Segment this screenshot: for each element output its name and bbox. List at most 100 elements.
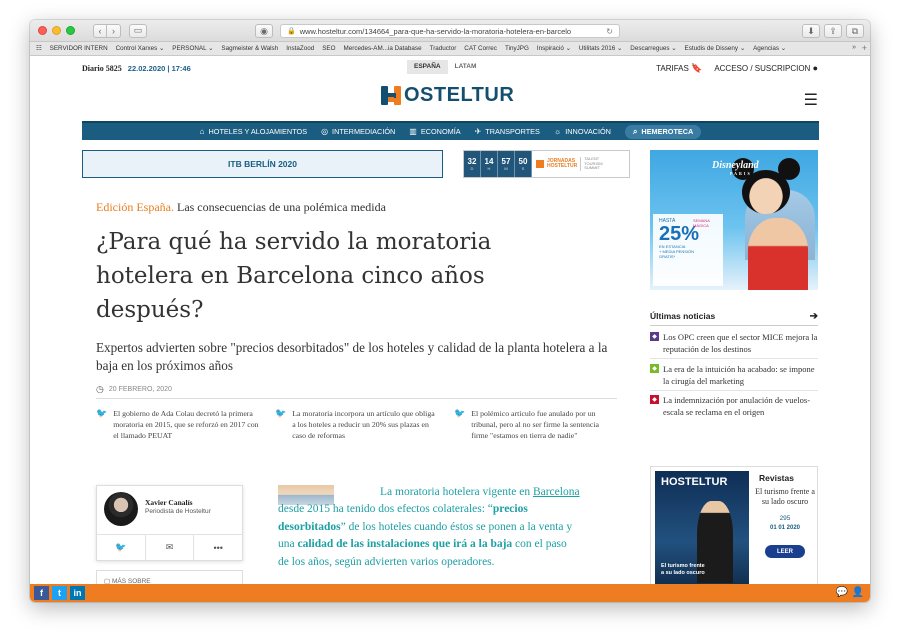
tweet-highlight[interactable]: 🐦 El gobierno de Ada Colau decretó la pri… bbox=[96, 408, 259, 441]
bookmark-item[interactable]: InstaZood bbox=[286, 45, 314, 52]
history-buttons: ‹ › bbox=[93, 23, 121, 38]
nav-item-innovacion[interactable]: ☼ INNOVACIÓN bbox=[554, 127, 611, 136]
bookmark-item[interactable]: SEO bbox=[322, 45, 335, 52]
ultimas-noticias-header[interactable]: Últimas noticias ➔ bbox=[650, 311, 818, 322]
leer-button[interactable]: LEER bbox=[765, 545, 805, 558]
minimize-window-button[interactable] bbox=[52, 26, 61, 35]
barcelona-link[interactable]: Barcelona bbox=[533, 486, 580, 498]
news-item[interactable]: ◆ La indemnización por anulación de vuel… bbox=[650, 394, 818, 418]
news-item[interactable]: ◆ La era de la intuición ha acabado: se … bbox=[650, 363, 818, 387]
nav-item-intermediacion[interactable]: ◎ INTERMEDIACIÓN bbox=[321, 127, 395, 136]
close-window-button[interactable] bbox=[38, 26, 47, 35]
lock-icon: 🔒 bbox=[287, 28, 296, 35]
bed-icon: ⌂ bbox=[199, 127, 205, 136]
ultimas-noticias-title: Últimas noticias bbox=[650, 311, 716, 321]
mickey-face bbox=[742, 170, 790, 214]
email-share-icon[interactable]: ✉ bbox=[146, 535, 195, 560]
countdown-minutes: 57 M bbox=[498, 151, 515, 177]
hemeroteca-search-button[interactable]: ⌕ HEMEROTECA bbox=[624, 124, 702, 139]
bookmark-item[interactable]: CAT Correc bbox=[464, 45, 497, 52]
divider bbox=[96, 398, 617, 399]
site-logo[interactable]: OSTELTUR bbox=[379, 83, 514, 107]
bookmark-item[interactable]: Estudis de Disseny ⌄ bbox=[685, 45, 746, 52]
address-bar[interactable]: 🔒 www.hosteltur.com/134664_para-que-ha-s… bbox=[280, 24, 620, 38]
tarifas-label: TARIFAS bbox=[656, 63, 689, 73]
chat-icon[interactable]: 💬 bbox=[836, 587, 848, 598]
back-button[interactable]: ‹ bbox=[93, 23, 107, 38]
facebook-icon[interactable]: f bbox=[34, 586, 49, 600]
bookmark-item[interactable]: Sagmeister & Walsh bbox=[221, 45, 278, 52]
countdown-value: 57 bbox=[501, 157, 511, 166]
share-icon[interactable]: ⇪ bbox=[824, 24, 842, 38]
nav-item-transportes[interactable]: ✈ TRANSPORTES bbox=[475, 127, 540, 136]
bookmark-item[interactable]: Inspiració ⌄ bbox=[537, 45, 571, 52]
child-figure bbox=[748, 218, 808, 290]
bookmark-item[interactable]: Mercedes-AM...ia Database bbox=[344, 45, 422, 52]
ad-semana: SEMANA MÁGICA bbox=[693, 218, 710, 228]
bookmark-item[interactable]: SERVIDOR INTERN bbox=[50, 45, 108, 52]
bookmark-item[interactable]: TinyJPG bbox=[505, 45, 529, 52]
nav-item-economia[interactable]: ▥ ECONOMÍA bbox=[409, 127, 460, 136]
news-item[interactable]: ◆ Los OPC creen que el sector MICE mejor… bbox=[650, 331, 818, 355]
ad-brand: Disneyland bbox=[712, 160, 759, 171]
bookmark-item[interactable]: Utilitats 2016 ⌄ bbox=[579, 45, 622, 52]
twitter-icon[interactable]: t bbox=[52, 586, 67, 600]
more-options-icon[interactable]: ••• bbox=[194, 535, 242, 560]
privacy-icon[interactable]: ◉ bbox=[255, 24, 273, 38]
sidebar-toggle-icon[interactable]: ▭ bbox=[129, 23, 147, 38]
edition-latam-tab[interactable]: LATAM bbox=[448, 60, 484, 74]
chart-icon: ▥ bbox=[409, 127, 417, 136]
bookmark-item[interactable]: Traductor bbox=[430, 45, 457, 52]
article-subheadline: Expertos advierten sobre "precios desorb… bbox=[96, 340, 608, 373]
acceso-link[interactable]: ACCESO / SUSCRIPCION ● bbox=[714, 63, 818, 73]
tweet-highlight[interactable]: 🐦 La moratoria incorpora un artículo que … bbox=[275, 408, 438, 441]
download-icon[interactable]: ⬇ bbox=[802, 24, 820, 38]
bookmarks-overflow-icon[interactable]: » bbox=[849, 44, 856, 51]
revistas-widget: HOSTELTUR El turismo frente a su lado os… bbox=[650, 466, 818, 602]
bookmark-item[interactable]: Agencias ⌄ bbox=[753, 45, 786, 52]
jornadas-countdown-banner[interactable]: 32 D 14 H 57 M 50 S JORNADAS HOSTELTUR TALENT… bbox=[463, 150, 630, 178]
bookmark-icon: 🔖 bbox=[691, 62, 703, 73]
edition-espana-tab[interactable]: ESPAÑA bbox=[407, 60, 448, 74]
article-date-text: 20 FEBRERO, 2020 bbox=[108, 386, 172, 393]
arrow-right-icon[interactable]: ➔ bbox=[810, 311, 818, 322]
zoom-window-button[interactable] bbox=[66, 26, 75, 35]
tweet-highlight[interactable]: 🐦 El polémico artículo fue anulado por un… bbox=[454, 408, 617, 441]
forward-button[interactable]: › bbox=[107, 23, 121, 38]
issue-date: 22.02.2020 | 17:46 bbox=[127, 63, 191, 73]
bookmarks-grid-icon[interactable]: ☷ bbox=[36, 45, 42, 52]
divider bbox=[650, 325, 818, 326]
itb-banner-link[interactable]: ITB BERLÍN 2020 bbox=[82, 150, 443, 178]
author-card: Xavier Canalís Periodista de Hosteltur 🐦… bbox=[96, 485, 243, 561]
author-share-actions: 🐦 ✉ ••• bbox=[97, 534, 242, 560]
add-tab-icon[interactable]: + bbox=[861, 43, 867, 53]
jornadas-line-2: HOSTELTUR bbox=[547, 163, 578, 169]
revistas-number: 295 bbox=[779, 515, 791, 522]
bookmark-item[interactable]: Descarregues ⌄ bbox=[630, 45, 676, 52]
tarifas-link[interactable]: TARIFAS 🔖 bbox=[656, 63, 702, 74]
disneyland-advertisement[interactable]: Disneyland PARIS HASTA SEMANA MÁGICA 25% … bbox=[650, 150, 818, 290]
browser-titlebar: ‹ › ▭ ◉ 🔒 www.hosteltur.com/134664_para-… bbox=[30, 20, 870, 42]
ad-promo-box: HASTA SEMANA MÁGICA 25% EN ESTANCIA + ME… bbox=[653, 214, 723, 286]
kicker-edition-link[interactable]: Edición España. bbox=[96, 200, 174, 214]
twitter-share-icon[interactable]: 🐦 bbox=[97, 535, 146, 560]
toolbar-right: ⬇ ⇪ ⧉ bbox=[802, 24, 864, 38]
author-name[interactable]: Xavier Canalís bbox=[145, 498, 193, 507]
author-avatar[interactable] bbox=[104, 492, 138, 526]
linkedin-icon[interactable]: in bbox=[70, 586, 85, 600]
site-topbar: Diario 5825 22.02.2020 | 17:46 ESPAÑA LA… bbox=[82, 60, 818, 75]
user-icon[interactable]: 👤 bbox=[852, 587, 864, 598]
clock-icon: ◷ bbox=[96, 384, 104, 394]
magazine-cover[interactable]: HOSTELTUR El turismo frente a su lado os… bbox=[655, 471, 749, 599]
acceso-label: ACCESO / SUSCRIPCION bbox=[714, 64, 811, 73]
bookmark-item[interactable]: PERSONAL ⌄ bbox=[172, 45, 213, 52]
nav-item-hoteles[interactable]: ⌂ HOTELES Y ALOJAMIENTOS bbox=[200, 127, 307, 136]
reload-icon[interactable]: ↻ bbox=[606, 27, 613, 36]
bookmark-item[interactable]: Control Xarxes ⌄ bbox=[116, 45, 165, 52]
tabs-icon[interactable]: ⧉ bbox=[846, 24, 864, 38]
body-bold: calidad de las instalaciones que irá a l… bbox=[297, 538, 513, 551]
countdown-value: 14 bbox=[484, 157, 494, 166]
countdown-unit: M bbox=[504, 166, 508, 171]
menu-icon[interactable]: ☰ bbox=[804, 90, 818, 110]
twitter-bird-icon: 🐦 bbox=[454, 408, 466, 418]
